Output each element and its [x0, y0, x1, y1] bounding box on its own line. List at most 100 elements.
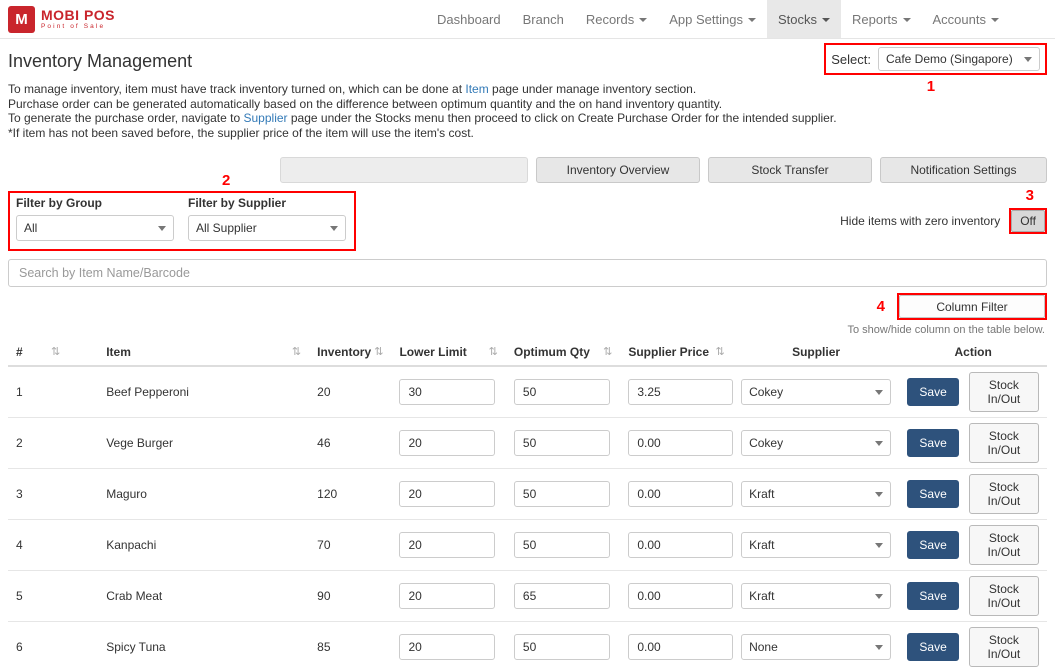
nav-item-label: App Settings [669, 12, 743, 27]
column-header-inventory[interactable]: Inventory⇅ [309, 339, 391, 366]
lower-limit-input[interactable] [399, 379, 495, 405]
stock-in-out-button[interactable]: Stock In/Out [969, 372, 1039, 412]
branch-select-value: Cafe Demo (Singapore) [886, 52, 1013, 66]
stock-in-out-button[interactable]: Stock In/Out [969, 576, 1039, 616]
search-row [8, 259, 1047, 287]
page-content: Inventory Management Select: Cafe Demo (… [0, 39, 1055, 672]
nav-item-records[interactable]: Records [575, 0, 658, 38]
optimum-qty-input[interactable] [514, 583, 610, 609]
nav-item-dashboard[interactable]: Dashboard [426, 0, 512, 38]
column-header-label: # [16, 345, 23, 359]
group-filter-value: All [24, 221, 37, 235]
supplier-select-value: None [749, 640, 778, 654]
supplier-price-input[interactable] [628, 634, 733, 660]
nav-item-app-settings[interactable]: App Settings [658, 0, 767, 38]
column-header-label: Lower Limit [399, 345, 466, 359]
annotation-2: 2 [222, 172, 230, 189]
nav-item-reports[interactable]: Reports [841, 0, 922, 38]
stock-in-out-button[interactable]: Stock In/Out [969, 627, 1039, 667]
branch-select-wrap: Select: Cafe Demo (Singapore) 1 [824, 43, 1047, 75]
supplier-select[interactable]: Kraft [741, 481, 891, 507]
item-name: Maguro [68, 469, 309, 520]
nav-item-label: Accounts [933, 12, 986, 27]
description-text: To generate the purchase order, navigate… [8, 111, 244, 125]
optimum-qty-input[interactable] [514, 430, 610, 456]
column-header-[interactable]: #⇅ [8, 339, 68, 366]
column-header-optimum-qty[interactable]: Optimum Qty⇅ [506, 339, 620, 366]
description-line: To generate the purchase order, navigate… [8, 111, 1047, 126]
sort-icon[interactable]: ⇅ [603, 345, 612, 358]
supplier-select[interactable]: Cokey [741, 430, 891, 456]
supplier-price-input[interactable] [628, 379, 733, 405]
sort-icon[interactable]: ⇅ [716, 345, 725, 358]
inline-link[interactable]: Supplier [244, 111, 288, 125]
sort-icon[interactable]: ⇅ [51, 345, 60, 358]
inventory-value: 120 [309, 469, 391, 520]
supplier-select-value: Cokey [749, 385, 783, 399]
supplier-select[interactable]: Kraft [741, 532, 891, 558]
stock-in-out-button[interactable]: Stock In/Out [969, 525, 1039, 565]
table-header-row: #⇅Item⇅Inventory⇅Lower Limit⇅Optimum Qty… [8, 339, 1047, 366]
column-header-label: Supplier [792, 345, 840, 359]
lower-limit-input[interactable] [399, 481, 495, 507]
chevron-down-icon [875, 492, 883, 497]
save-button[interactable]: Save [907, 378, 958, 406]
column-header-supplier-price[interactable]: Supplier Price⇅ [620, 339, 732, 366]
supplier-select[interactable]: Kraft [741, 583, 891, 609]
table-row: 2Vege Burger46CokeySaveStock In/Out [8, 418, 1047, 469]
supplier-price-input[interactable] [628, 583, 733, 609]
column-header-lower-limit[interactable]: Lower Limit ⇅ [391, 339, 505, 366]
supplier-price-input[interactable] [628, 481, 733, 507]
nav-item-stocks[interactable]: Stocks [767, 0, 841, 38]
lower-limit-input[interactable] [399, 430, 495, 456]
brand-logo-icon: M [8, 6, 35, 33]
column-filter-button[interactable]: Column Filter [899, 295, 1045, 318]
row-number: 5 [8, 571, 68, 622]
sort-icon[interactable]: ⇅ [489, 345, 498, 358]
branch-select[interactable]: Cafe Demo (Singapore) [878, 47, 1040, 71]
optimum-qty-input[interactable] [514, 532, 610, 558]
nav-item-accounts[interactable]: Accounts [922, 0, 1010, 38]
branch-select-box: Select: Cafe Demo (Singapore) [824, 43, 1047, 75]
column-header-item[interactable]: Item⇅ [68, 339, 309, 366]
inline-link[interactable]: Item [465, 82, 488, 96]
supplier-select[interactable]: None [741, 634, 891, 660]
optimum-qty-input[interactable] [514, 481, 610, 507]
supplier-price-input[interactable] [628, 430, 733, 456]
description-text: *If item has not been saved before, the … [8, 126, 474, 140]
supplier-select[interactable]: Cokey [741, 379, 891, 405]
save-button[interactable]: Save [907, 633, 958, 661]
save-button[interactable]: Save [907, 480, 958, 508]
save-button[interactable]: Save [907, 582, 958, 610]
row-number: 4 [8, 520, 68, 571]
supplier-price-input[interactable] [628, 532, 733, 558]
chevron-down-icon [330, 226, 338, 231]
nav-item-branch[interactable]: Branch [512, 0, 575, 38]
group-filter-select[interactable]: All [16, 215, 174, 241]
search-input[interactable] [8, 259, 1047, 287]
item-name: Spicy Tuna [68, 622, 309, 672]
optimum-qty-input[interactable] [514, 379, 610, 405]
supplier-filter-select[interactable]: All Supplier [188, 215, 346, 241]
lower-limit-input[interactable] [399, 532, 495, 558]
optimum-qty-input[interactable] [514, 634, 610, 660]
zero-inventory-toggle[interactable]: Off [1011, 210, 1045, 232]
save-button[interactable]: Save [907, 429, 958, 457]
stock-in-out-button[interactable]: Stock In/Out [969, 474, 1039, 514]
inventory-value: 46 [309, 418, 391, 469]
chevron-down-icon [822, 18, 830, 22]
toolbar-button-disabled[interactable] [280, 157, 528, 183]
item-name: Vege Burger [68, 418, 309, 469]
save-button[interactable]: Save [907, 531, 958, 559]
lower-limit-input[interactable] [399, 634, 495, 660]
column-filter-outline: Column Filter [897, 293, 1047, 320]
toolbar-button-notification-settings[interactable]: Notification Settings [880, 157, 1047, 183]
item-name: Crab Meat [68, 571, 309, 622]
brand-logo[interactable]: M MOBI POS Point of Sale [8, 0, 115, 38]
lower-limit-input[interactable] [399, 583, 495, 609]
stock-in-out-button[interactable]: Stock In/Out [969, 423, 1039, 463]
toolbar-button-stock-transfer[interactable]: Stock Transfer [708, 157, 872, 183]
sort-icon[interactable]: ⇅ [374, 345, 383, 358]
toolbar-button-inventory-overview[interactable]: Inventory Overview [536, 157, 700, 183]
sort-icon[interactable]: ⇅ [292, 345, 301, 358]
